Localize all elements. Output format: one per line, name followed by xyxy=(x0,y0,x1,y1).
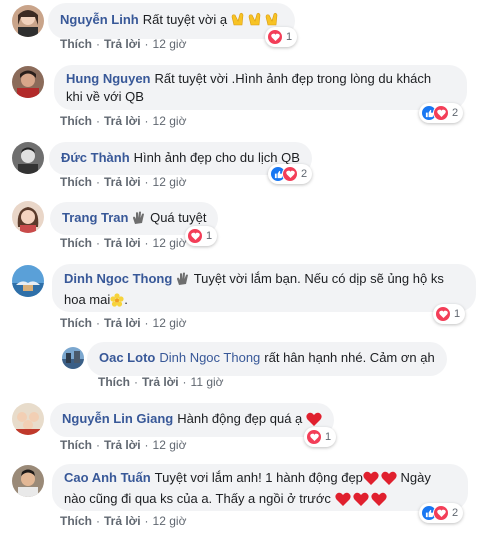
comment-time[interactable]: 12 giờ xyxy=(153,114,187,128)
comment-bubble: Oac Loto Dinh Ngoc Thong rất hân hạnh nhé.… xyxy=(87,342,447,376)
comment-text-line2: nào cũng đi qua ks của a. Thấy a ngồi ở … xyxy=(64,491,331,506)
reply-link[interactable]: Trả lời xyxy=(104,438,141,452)
heart-icon xyxy=(282,166,298,182)
comment-time[interactable]: 12 giờ xyxy=(153,175,187,189)
comment-actions: Thích · Trả lời · 12 giờ xyxy=(60,37,187,51)
comment-author[interactable]: Hung Nguyen xyxy=(66,71,151,86)
comment-time[interactable]: 12 giờ xyxy=(153,316,187,330)
comment-text-cont: Ngày xyxy=(400,470,431,485)
blossom-icon xyxy=(110,293,124,312)
heart-icon xyxy=(306,429,322,445)
reaction-summary[interactable]: 2 xyxy=(419,503,464,523)
comment-bubble: Nguyễn Lin Giang Hành động đẹp quá ạ xyxy=(50,403,334,437)
comment-bubble: Cao Anh Tuấn Tuyệt vơi lắm anh! 1 hành độ… xyxy=(52,464,468,511)
avatar[interactable] xyxy=(12,265,44,297)
heart-icon xyxy=(433,505,449,521)
like-link[interactable]: Thích xyxy=(60,316,92,330)
avatar[interactable] xyxy=(12,142,44,174)
reply-link[interactable]: Trả lời xyxy=(104,236,141,250)
reaction-count: 1 xyxy=(206,230,213,242)
reply-link[interactable]: Trả lời xyxy=(104,114,141,128)
avatar[interactable] xyxy=(12,465,44,497)
comment-time[interactable]: 12 giờ xyxy=(153,37,187,51)
comment-text: Tuyệt vời lắm bạn. Nếu có dịp sẽ ủng hộ … xyxy=(193,271,444,286)
reaction-count: 2 xyxy=(452,107,459,119)
comment-author[interactable]: Trang Tran xyxy=(62,210,128,225)
comment-thread: Nguyễn Linh Rất tuyệt vời ạ 1 Thích · Trả l… xyxy=(0,0,503,533)
comment-text: Hình ảnh đẹp cho du lịch QB xyxy=(133,150,300,165)
comment-author[interactable]: Dinh Ngoc Thong xyxy=(64,271,172,286)
avatar[interactable] xyxy=(62,347,84,369)
comment-text-line2: khi về với QB xyxy=(66,89,144,104)
comment-actions: Thích · Trả lời · 11 giờ xyxy=(98,375,224,389)
comment-author[interactable]: Nguyễn Lin Giang xyxy=(62,411,173,426)
reply-link[interactable]: Trả lời xyxy=(104,316,141,330)
comment-text: Rất tuyệt vời ạ xyxy=(142,12,228,27)
reaction-count: 2 xyxy=(452,507,459,519)
reaction-summary[interactable]: 1 xyxy=(433,304,466,324)
reaction-count: 1 xyxy=(325,431,332,443)
reaction-summary[interactable]: 1 xyxy=(265,27,298,47)
red-heart-icon xyxy=(334,492,387,511)
comment-actions: Thích · Trả lời · 12 giờ xyxy=(60,236,187,250)
comment-author[interactable]: Cao Anh Tuấn xyxy=(64,470,151,485)
reaction-summary[interactable]: 1 xyxy=(304,427,337,447)
reaction-count: 1 xyxy=(454,308,461,320)
comment-text: Tuyệt vơi lắm anh! 1 hành động đẹp xyxy=(154,470,363,485)
heart-icon xyxy=(433,105,449,121)
avatar[interactable] xyxy=(12,403,44,435)
red-heart-icon xyxy=(363,471,397,490)
heart-icon xyxy=(187,228,203,244)
comment-bubble: Nguyễn Linh Rất tuyệt vời ạ xyxy=(48,3,295,39)
reaction-summary[interactable]: 1 xyxy=(185,226,218,246)
waving-hand-icon xyxy=(132,211,146,230)
comment-text: Rất tuyệt vời .Hình ảnh đẹp trong lòng d… xyxy=(154,71,432,86)
comment-time[interactable]: 12 giờ xyxy=(153,514,187,528)
comment-time[interactable]: 12 giờ xyxy=(153,236,187,250)
like-link[interactable]: Thích xyxy=(60,236,92,250)
waving-hand-icon xyxy=(176,272,190,291)
reply-link[interactable]: Trả lời xyxy=(104,175,141,189)
comment-bubble: Hung Nguyen Rất tuyệt vời .Hình ảnh đẹp t… xyxy=(54,65,467,110)
comment-actions: Thích · Trả lời · 12 giờ xyxy=(60,514,187,528)
comment-bubble: Dinh Ngoc Thong Tuyệt vời lắm bạn. Nếu c… xyxy=(52,264,476,312)
comment-author[interactable]: Nguyễn Linh xyxy=(60,12,139,27)
like-link[interactable]: Thích xyxy=(60,514,92,528)
comment-author[interactable]: Oac Loto xyxy=(99,350,155,365)
avatar[interactable] xyxy=(12,201,44,233)
comment-actions: Thích · Trả lời · 12 giờ xyxy=(60,114,187,128)
comment-text-line2: hoa mai xyxy=(64,292,111,307)
comment-author[interactable]: Đức Thành xyxy=(61,150,130,165)
like-link[interactable]: Thích xyxy=(60,114,92,128)
comment-actions: Thích · Trả lời · 12 giờ xyxy=(60,438,187,452)
reaction-summary[interactable]: 2 xyxy=(268,164,313,184)
reaction-summary[interactable]: 2 xyxy=(419,103,464,123)
avatar[interactable] xyxy=(12,66,44,98)
comment-text: Quá tuyệt xyxy=(150,210,207,225)
avatar[interactable] xyxy=(12,5,44,37)
comment-time[interactable]: 12 giờ xyxy=(153,438,187,452)
heart-icon xyxy=(267,29,283,45)
like-link[interactable]: Thích xyxy=(60,175,92,189)
comment-text: Hành động đẹp quá ạ xyxy=(177,411,303,426)
comment-actions: Thích · Trả lời · 12 giờ xyxy=(60,316,187,330)
like-link[interactable]: Thích xyxy=(98,375,130,389)
heart-icon xyxy=(435,306,451,322)
comment-time[interactable]: 11 giờ xyxy=(191,375,224,389)
reply-link[interactable]: Trả lời xyxy=(142,375,179,389)
like-link[interactable]: Thích xyxy=(60,37,92,51)
comment-text: rất hân hạnh nhé. Cảm ơn ạh xyxy=(264,350,435,365)
reply-link[interactable]: Trả lời xyxy=(104,514,141,528)
like-link[interactable]: Thích xyxy=(60,438,92,452)
comment-actions: Thích · Trả lời · 12 giờ xyxy=(60,175,187,189)
reaction-count: 1 xyxy=(286,31,293,43)
reply-link[interactable]: Trả lời xyxy=(104,37,141,51)
mention-link[interactable]: Dinh Ngoc Thong xyxy=(159,350,260,365)
reaction-count: 2 xyxy=(301,168,308,180)
